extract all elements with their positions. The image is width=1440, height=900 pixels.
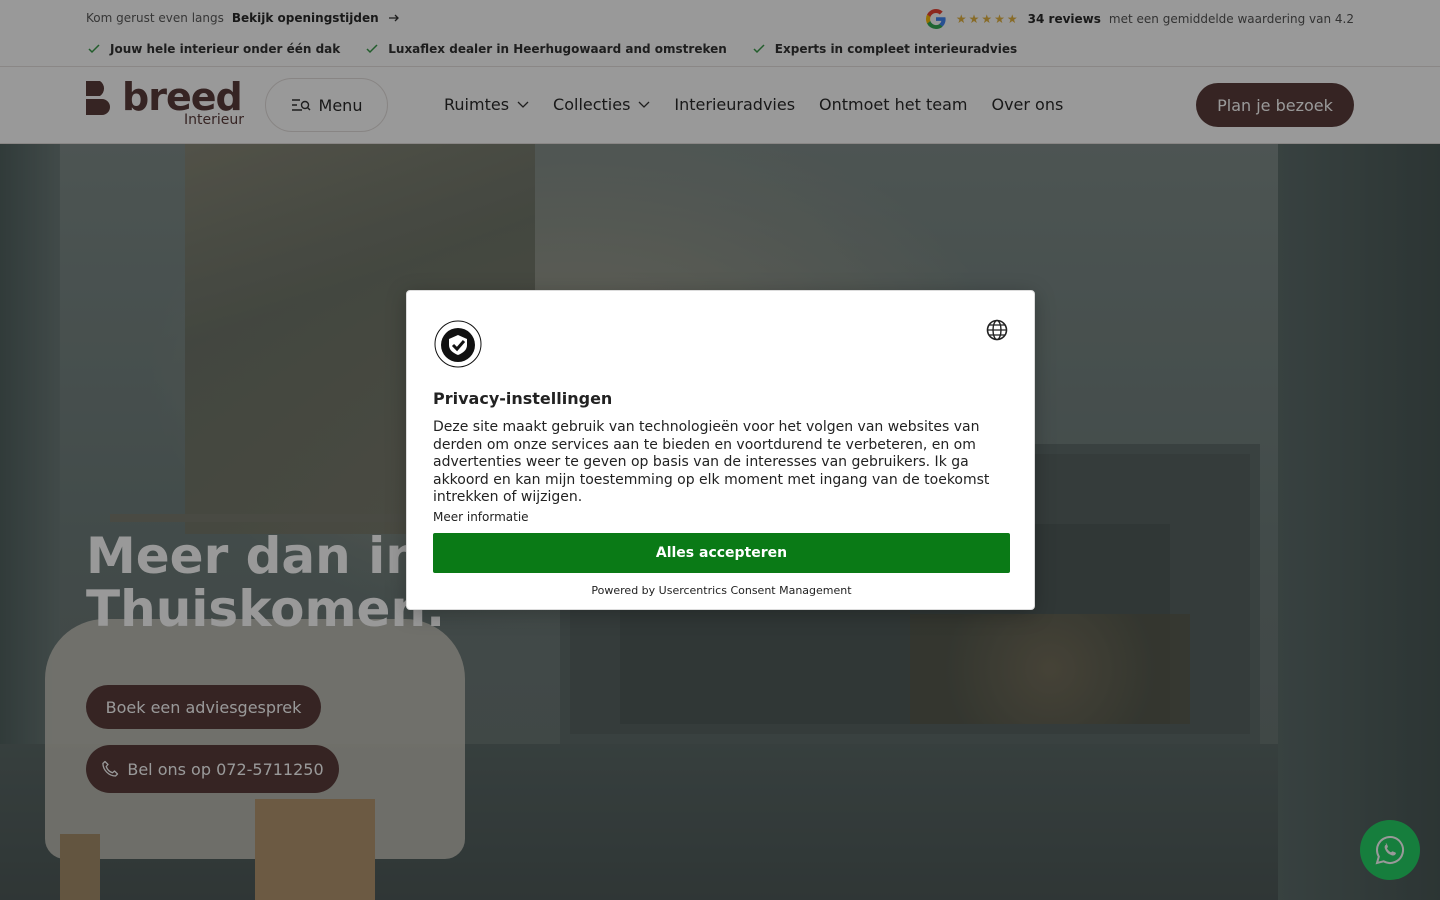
consent-dialog: Privacy-instellingen Deze site maakt geb… — [406, 290, 1035, 610]
consent-title: Privacy-instellingen — [433, 389, 613, 408]
globe-icon[interactable] — [986, 319, 1008, 341]
powered-by-text: Powered by Usercentrics Consent Manageme… — [591, 584, 852, 597]
accept-all-button[interactable]: Alles accepteren — [433, 533, 1010, 573]
consent-badge-icon — [434, 320, 482, 368]
more-info-link[interactable]: Meer informatie — [433, 510, 529, 524]
consent-body: Deze site maakt gebruik van technologieë… — [433, 419, 990, 505]
